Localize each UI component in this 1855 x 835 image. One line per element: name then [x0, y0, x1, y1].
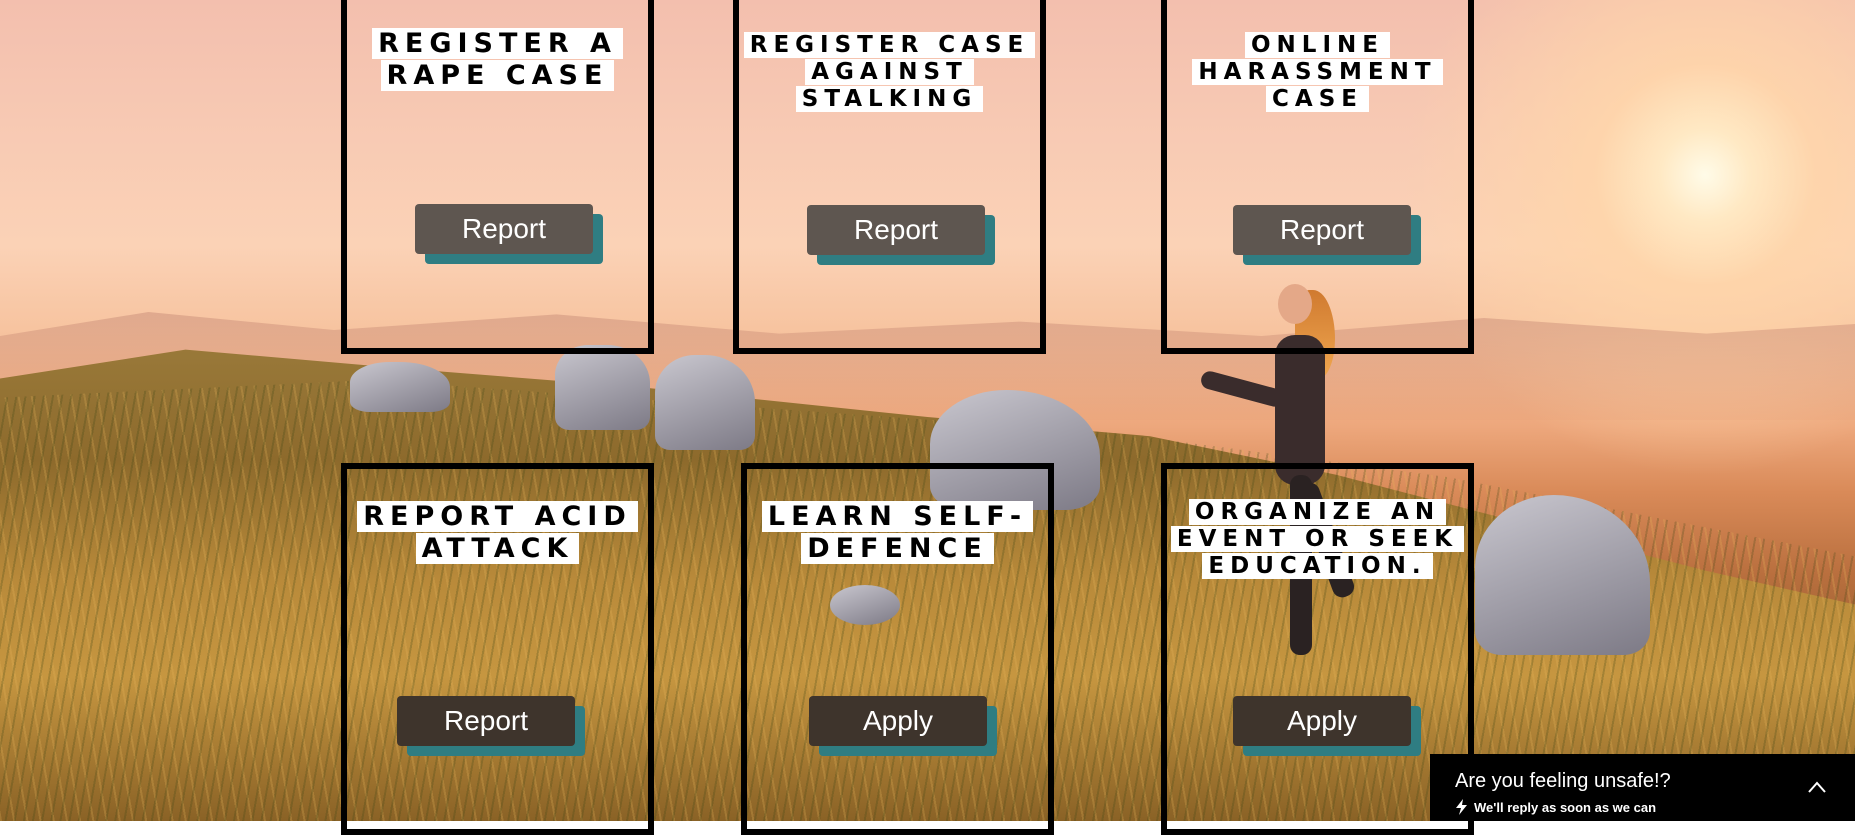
card-title: REPORT ACID ATTACK — [347, 501, 648, 565]
apply-self-defence-button[interactable]: Apply — [809, 696, 987, 746]
chat-widget[interactable]: Are you feeling unsafe!? We'll reply as … — [1430, 754, 1855, 821]
card-title: ONLINE HARASSMENT CASE — [1167, 32, 1468, 113]
report-stalking-button[interactable]: Report — [807, 205, 985, 255]
card-register-rape-case: REGISTER A RAPE CASE Report — [341, 0, 654, 354]
chat-subtitle-row: We'll reply as soon as we can — [1455, 799, 1855, 815]
chat-title: Are you feeling unsafe!? — [1455, 770, 1671, 792]
card-report-acid-attack: REPORT ACID ATTACK Report — [341, 463, 654, 835]
card-organize-event: ORGANIZE AN EVENT OR SEEK EDUCATION. App… — [1161, 463, 1474, 835]
card-online-harassment: ONLINE HARASSMENT CASE Report — [1161, 0, 1474, 354]
card-title: ORGANIZE AN EVENT OR SEEK EDUCATION. — [1167, 499, 1468, 580]
report-rape-case-button[interactable]: Report — [415, 204, 593, 254]
card-title: LEARN SELF- DEFENCE — [747, 501, 1048, 565]
report-acid-attack-button[interactable]: Report — [397, 696, 575, 746]
apply-event-button[interactable]: Apply — [1233, 696, 1411, 746]
chat-subtitle: We'll reply as soon as we can — [1474, 799, 1657, 815]
lightning-icon — [1456, 799, 1467, 815]
card-learn-self-defence: LEARN SELF- DEFENCE Apply — [741, 463, 1054, 835]
card-title: REGISTER A RAPE CASE — [347, 28, 648, 92]
card-title: REGISTER CASE AGAINST STALKING — [739, 32, 1040, 113]
rock — [655, 355, 755, 450]
chevron-up-icon[interactable] — [1807, 780, 1827, 794]
card-register-stalking-case: REGISTER CASE AGAINST STALKING Report — [733, 0, 1046, 354]
report-harassment-button[interactable]: Report — [1233, 205, 1411, 255]
rock — [555, 345, 650, 430]
rock — [350, 362, 450, 412]
